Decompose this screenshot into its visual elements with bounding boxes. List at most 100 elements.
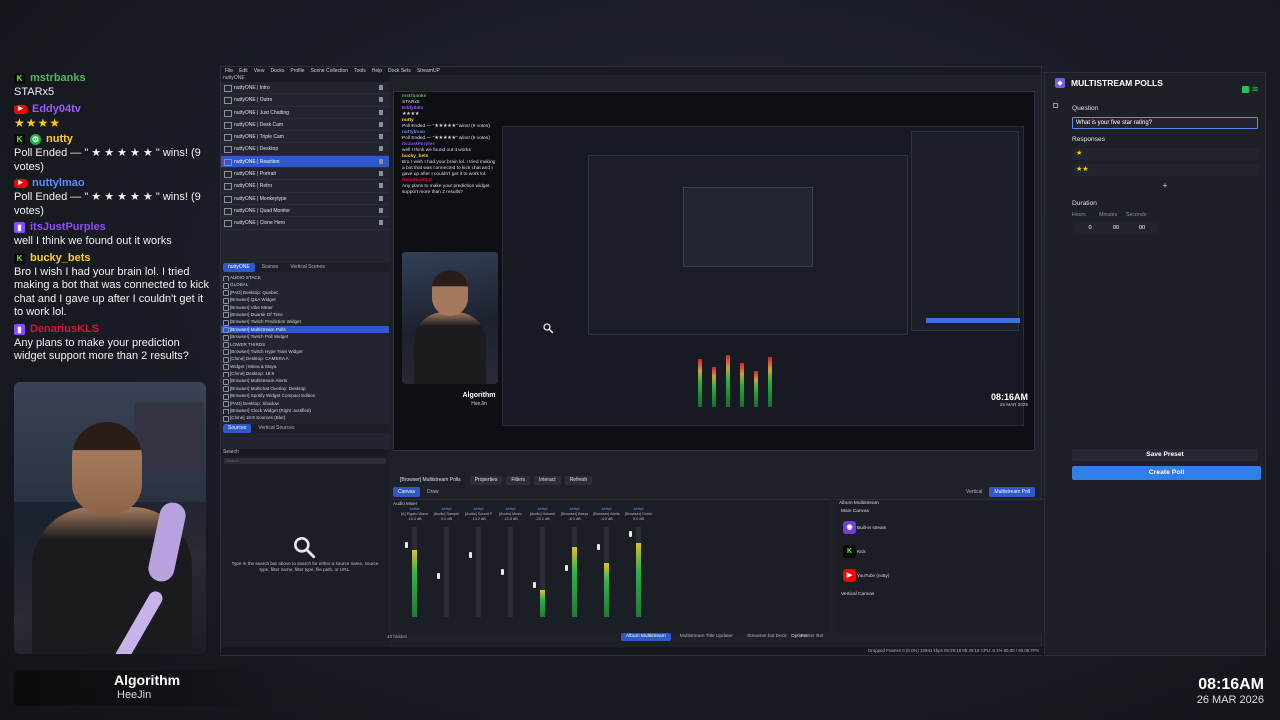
streamer-name: Algorithm <box>114 672 181 688</box>
hidden-count[interactable]: 43 hidden <box>387 634 407 639</box>
source-item[interactable]: [Browser] Vibe Meter <box>221 304 389 311</box>
volume-meter <box>412 527 417 617</box>
scene-item[interactable]: nuttyONE | Desk Cam <box>221 119 389 132</box>
volume-slider[interactable] <box>597 543 600 550</box>
source-item[interactable]: [Browser] Clock Widget (Right Justified) <box>221 407 389 415</box>
chat-username: bucky_bets <box>30 251 91 264</box>
scene-item[interactable]: nuttyONE | Portrait <box>221 168 389 181</box>
sources-panel: nuttyONE Scenes Vertical Scenes AUDIO STAC… <box>221 263 389 463</box>
audio-mixer: Audio Mixer Active[A] Elgato Wave XLR-15… <box>391 499 829 633</box>
source-item[interactable]: AUDIO STACK <box>221 274 389 282</box>
menu-item[interactable]: Scene Collection <box>311 67 349 75</box>
chat-username: Eddy04tv <box>32 102 81 115</box>
menu-item[interactable]: Help <box>372 67 382 75</box>
scene-item[interactable]: nuttyONE | Intro <box>221 82 389 95</box>
source-item[interactable]: [Clone] 16:9 Sources (Blur) <box>221 414 389 422</box>
toolbar-button[interactable]: Interact <box>534 475 561 485</box>
menu-item[interactable]: Tools <box>354 67 366 75</box>
scene-item[interactable]: nuttyONE | Reaction <box>221 155 389 169</box>
toolbar-button[interactable]: Properties <box>469 475 503 485</box>
bottom-dock-tabs: Album Multistream Multistream Title Updat… <box>621 633 828 641</box>
chat-text: Poll Ended — " ★ ★ ★ ★ ★ " wins! (9 vote… <box>14 191 201 217</box>
tab[interactable]: Vertical Scenes <box>285 263 329 272</box>
toolbar-button[interactable]: Refresh <box>564 475 593 485</box>
source-item[interactable]: [Browser] Spotify Widget Compact Edition <box>221 392 389 400</box>
volume-slider[interactable] <box>629 531 632 538</box>
tab[interactable]: Streamer.bot Deck <box>742 633 792 641</box>
seconds-input[interactable]: 00 <box>1127 223 1157 233</box>
scene-item[interactable]: nuttyONE | Outro <box>221 94 389 107</box>
scene-item[interactable]: nuttyONE | Clone Hero <box>221 217 389 230</box>
tab[interactable]: Canvas <box>393 487 420 497</box>
name-tag: Algorithm HeeJin <box>14 670 280 706</box>
responses-label: Responses <box>1072 136 1105 143</box>
scene-item[interactable]: nuttyONE | Retro <box>221 180 389 193</box>
tab[interactable]: Draw <box>422 487 444 497</box>
streamer-head <box>72 422 142 514</box>
source-item[interactable]: LOWER THIRDS <box>221 341 389 348</box>
tab[interactable]: Scenes <box>257 263 284 272</box>
volume-slider[interactable] <box>469 552 472 559</box>
scene-item[interactable]: nuttyONE | Quad Monitor <box>221 205 389 218</box>
tab[interactable]: Vertical Sources <box>253 424 299 433</box>
add-response-button[interactable]: + <box>1072 181 1258 191</box>
channel-db: -15.0 dB <box>407 517 422 521</box>
source-item[interactable]: [Browser] Twitch Prediction Widget <box>221 318 389 326</box>
preview-clock-date: 26 MAR 2026 <box>999 402 1028 407</box>
save-preset-button[interactable]: Save Preset <box>1072 449 1258 461</box>
tab[interactable]: Sources <box>223 423 252 433</box>
question-input[interactable]: What is your five star rating? <box>1072 117 1258 129</box>
tab[interactable]: Multistream Title Updater <box>675 633 738 641</box>
tab[interactable]: Album Multistream <box>621 633 671 641</box>
source-item[interactable]: Widget | Mirea & Maya <box>221 363 389 371</box>
volume-slider[interactable] <box>501 569 504 575</box>
menu-item[interactable]: Dock Sets <box>388 67 411 75</box>
source-item[interactable]: [Browser] Multistream Polls <box>221 325 389 334</box>
toolbar-button[interactable]: Filters <box>506 475 530 485</box>
clock-time: 08:16AM <box>1198 676 1264 693</box>
source-item[interactable]: GLOBAL <box>221 281 389 289</box>
source-item[interactable]: [Clone] Desktop: CAMERA A <box>221 355 389 363</box>
tab[interactable]: Printer Bot <box>796 633 829 641</box>
source-item[interactable]: [Browser] Q&A Widget <box>221 296 389 304</box>
source-item[interactable]: [PAD] Desktop: Quebec <box>221 289 389 297</box>
volume-slider[interactable] <box>565 564 568 571</box>
nested-create-button <box>926 318 1020 323</box>
tab[interactable]: Multistream Poll <box>989 487 1035 497</box>
scene-item[interactable]: nuttyONE | Monkeytype <box>221 193 389 205</box>
source-item[interactable]: [Browser] Twitch Hype Train Widget <box>221 348 389 356</box>
menu-item[interactable]: Edit <box>239 67 248 75</box>
create-poll-button[interactable]: Create Poll <box>1072 466 1261 480</box>
menu-item[interactable]: View <box>254 67 265 75</box>
source-item[interactable]: [Browser] Twitch Poll Widget <box>221 333 389 341</box>
volume-slider[interactable] <box>405 542 408 549</box>
menu-item[interactable]: File <box>225 67 233 75</box>
response-input-2[interactable]: ★★ <box>1072 164 1258 176</box>
sidebar-toggle-icon[interactable] <box>1053 103 1058 108</box>
menu-item[interactable]: Docks <box>270 67 284 75</box>
source-item[interactable]: [Browser] Multistream Alerts <box>221 377 389 385</box>
source-toolbar: [Browser] Multistream Polls Properties Fi… <box>393 475 1035 485</box>
youtube-icon: ▶ <box>843 569 856 582</box>
response-input-1[interactable]: ★ <box>1072 148 1258 160</box>
scene-item[interactable]: nuttyONE | Desktop <box>221 143 389 156</box>
preview-name: Algorithm <box>462 392 496 399</box>
tab[interactable]: nuttyONE <box>223 263 255 272</box>
volume-slider[interactable] <box>533 581 536 588</box>
source-item[interactable]: [Browser] Multichat Overlay: Desktop <box>221 385 389 393</box>
source-item[interactable]: [Clone] Desktop: 16:9 <box>221 370 389 378</box>
volume-slider[interactable] <box>437 573 440 580</box>
mixer-channel: Active [Audio] Sound FX -13.2 dB <box>465 507 492 625</box>
search-input[interactable]: Search... <box>224 458 386 464</box>
chat-text: STARx5 <box>14 86 55 98</box>
menu-item[interactable]: Profile <box>290 67 304 75</box>
chat-username: itsJustPurples <box>30 221 106 233</box>
menu-item[interactable]: StreamUP <box>417 67 440 75</box>
scene-item[interactable]: nuttyONE | Just Chatting <box>221 107 389 119</box>
program-preview[interactable]: mstrbanks STARx5 Eddy04tv ★★★★ nutty Poll End… <box>393 91 1035 451</box>
source-item[interactable]: [PAD] Desktop: Shadow <box>221 400 389 408</box>
source-item[interactable]: [Browser] Duartie Of Time <box>221 311 389 319</box>
tab[interactable]: Vertical <box>961 487 987 497</box>
chat-username: DenariusKLS <box>30 322 100 335</box>
scene-item[interactable]: nuttyONE | Triple Cam <box>221 131 389 144</box>
